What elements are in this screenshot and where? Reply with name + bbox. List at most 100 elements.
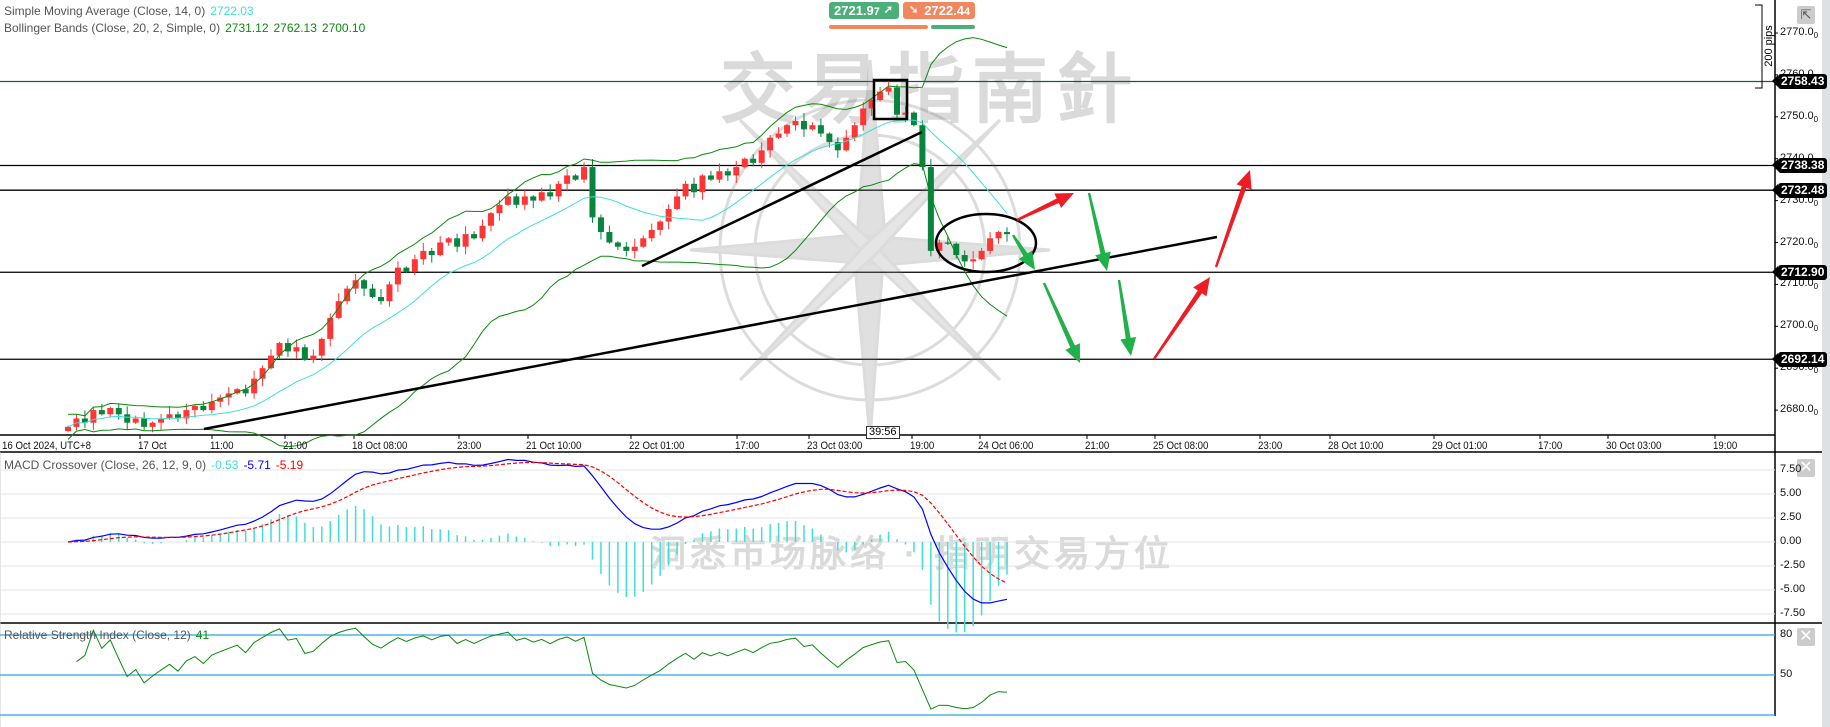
candle-body (631, 246, 638, 251)
candle-body (640, 238, 647, 247)
candle-body (200, 405, 207, 411)
bb-legend-upper: 2762.13 (273, 21, 317, 35)
time-tick-label: 30 Oct 03:00 (1606, 440, 1662, 452)
candle (73, 413, 80, 431)
level-price-label: 2692.14 (1771, 351, 1828, 367)
candle-body (809, 125, 816, 130)
candle-body (504, 196, 511, 205)
candle (513, 193, 520, 209)
candle (310, 349, 317, 364)
candle (471, 231, 478, 240)
candle-body (860, 108, 867, 126)
price-tick-label: 2680.00 (1780, 403, 1819, 418)
candle (674, 188, 681, 211)
bb-legend: Bollinger Bands (Close, 20, 2, Simple, 0… (4, 21, 370, 35)
candle-body (251, 378, 258, 394)
candle-body (276, 343, 283, 356)
candle-body (420, 250, 427, 260)
red-up-arrow (1214, 170, 1252, 268)
candle (335, 293, 342, 320)
candle-body (327, 317, 334, 339)
candle (420, 242, 427, 265)
candle (589, 159, 596, 223)
macd-legend-macd: -5.71 (243, 458, 271, 472)
time-tick-label: 22 Oct 01:00 (629, 440, 685, 452)
level-price-label: 2712.90 (1771, 264, 1828, 280)
candle-body (530, 196, 537, 201)
candle-body (65, 426, 71, 432)
candle-countdown: 39:56 (866, 426, 900, 439)
candle (318, 337, 325, 362)
pips-ruler (1755, 4, 1763, 89)
candle-body (623, 246, 630, 251)
candle-body (817, 125, 824, 134)
candle (445, 237, 452, 246)
candle-body (733, 167, 740, 176)
candle (927, 159, 934, 257)
ask-price-button[interactable]: ➘ 2722.44 (903, 2, 975, 19)
candle (809, 122, 816, 131)
time-tick-label: 24 Oct 06:00 (978, 440, 1034, 452)
time-tick-label: 21 Oct 10:00 (526, 440, 582, 452)
candle (555, 180, 562, 202)
bid-price-button[interactable]: 2721.97 ➚ (829, 2, 899, 19)
candle-body (403, 267, 410, 272)
candle-body (445, 238, 452, 243)
candle (301, 344, 308, 362)
price-tick-label: 2750.00 (1780, 109, 1819, 124)
candle-body (927, 167, 934, 251)
time-tick-label: 16 Oct 2024, UTC+8 (2, 440, 92, 452)
time-tick-label: 17:00 (1538, 440, 1563, 452)
macd-line (67, 458, 1008, 604)
candle (521, 190, 528, 211)
candle-body (572, 175, 579, 180)
candle (572, 174, 579, 181)
rsi-tick-label: 50 (1780, 668, 1793, 680)
candle-body (665, 208, 672, 222)
chart-canvas[interactable] (0, 0, 1830, 727)
ask-price: 2722.44 (924, 2, 970, 21)
bid-price: 2721.97 (834, 2, 880, 21)
bb-legend-lower: 2700.10 (321, 21, 366, 35)
candle (200, 401, 207, 412)
candle-body (352, 280, 359, 289)
candle-body (293, 347, 300, 352)
candle (547, 184, 554, 200)
candle-body (944, 242, 951, 244)
arrow-down-right-icon: ➘ (909, 4, 919, 16)
time-tick-label: 17:00 (735, 440, 760, 452)
candle-body (124, 414, 131, 423)
time-tick-label: 19:00 (1713, 440, 1738, 452)
rsi-tick-label: 80 (1780, 628, 1793, 640)
candle-body (589, 167, 596, 218)
candle-body (614, 242, 621, 247)
candle (640, 235, 647, 248)
level-price-label: 2732.48 (1771, 182, 1828, 198)
candle-body (471, 234, 478, 239)
candle-body (378, 296, 384, 302)
green-down-arrow (1117, 279, 1137, 356)
compass-watermark (689, 59, 1051, 441)
candle (648, 223, 655, 242)
bid-price-sub: 7 (873, 6, 880, 18)
candle-body (767, 137, 774, 151)
sma-legend-label: Simple Moving Average (Close, 14, 0) (4, 4, 206, 18)
candle-body (513, 196, 520, 205)
candle-body (716, 171, 723, 180)
candle (817, 118, 824, 137)
candle (995, 230, 1002, 244)
candle (707, 170, 714, 181)
popout-icon[interactable]: ⇱ (1797, 6, 1815, 24)
candle (894, 84, 901, 121)
candle-body (724, 171, 731, 176)
candle-body (987, 238, 994, 251)
candle-body (437, 242, 444, 256)
candle (462, 226, 469, 255)
candle-body (479, 225, 486, 239)
candle (479, 219, 486, 242)
candle-body (894, 87, 901, 115)
close-rsi-icon[interactable]: ✕ (1797, 628, 1815, 646)
candle-body (98, 410, 105, 415)
candle-body (454, 238, 461, 247)
candle-body (547, 192, 554, 197)
